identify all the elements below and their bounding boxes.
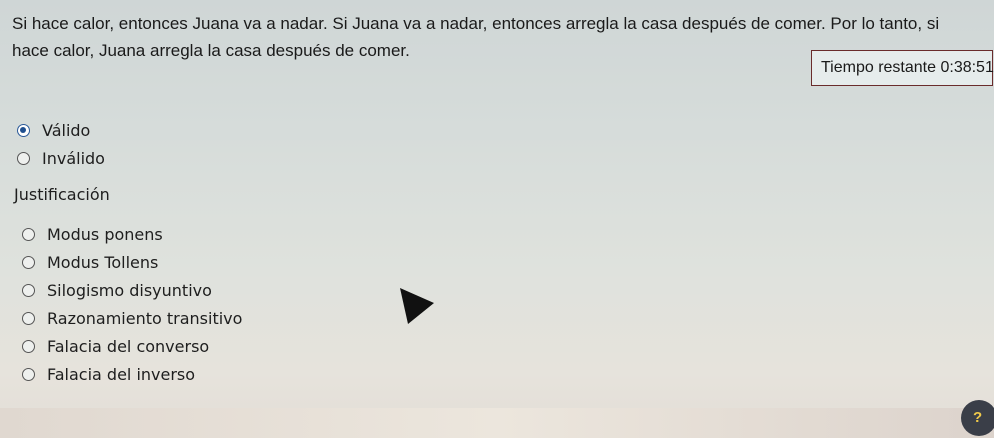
option-label: Válido bbox=[42, 120, 91, 140]
timer-label: Tiempo restante bbox=[821, 59, 937, 76]
radio-button-valido[interactable] bbox=[17, 123, 30, 137]
radio-button-silogismo-disyuntivo[interactable] bbox=[22, 283, 35, 297]
option-modus-tollens[interactable]: Modus Tollens bbox=[22, 251, 158, 273]
option-label: Falacia del inverso bbox=[47, 364, 196, 384]
option-label: Modus Tollens bbox=[47, 252, 159, 272]
option-silogismo-disyuntivo[interactable]: Silogismo disyuntivo bbox=[22, 279, 212, 301]
option-invalido[interactable]: Inválido bbox=[17, 147, 105, 169]
option-label: Inválido bbox=[42, 148, 105, 168]
option-valido[interactable]: Válido bbox=[17, 119, 90, 141]
help-icon: ? bbox=[973, 409, 983, 426]
option-label: Modus ponens bbox=[47, 224, 163, 244]
bottom-band bbox=[0, 408, 994, 438]
help-button[interactable]: ? bbox=[961, 400, 994, 436]
option-label: Razonamiento transitivo bbox=[47, 308, 243, 328]
option-falacia-del-converso[interactable]: Falacia del converso bbox=[22, 335, 209, 357]
option-label: Silogismo disyuntivo bbox=[47, 280, 212, 300]
option-modus-ponens[interactable]: Modus ponens bbox=[22, 223, 163, 245]
radio-button-razonamiento-transitivo[interactable] bbox=[22, 311, 35, 325]
option-falacia-del-inverso[interactable]: Falacia del inverso bbox=[22, 363, 195, 385]
radio-button-modus-tollens[interactable] bbox=[22, 255, 35, 269]
justification-heading: Justificación bbox=[14, 185, 110, 204]
radio-button-falacia-del-converso[interactable] bbox=[22, 339, 35, 353]
radio-button-modus-ponens[interactable] bbox=[22, 227, 35, 241]
timer-box: Tiempo restante 0:38:51 bbox=[811, 50, 994, 86]
radio-button-invalido[interactable] bbox=[17, 151, 30, 165]
mouse-pointer-icon bbox=[398, 286, 438, 330]
timer-value: 0:38:51 bbox=[940, 59, 994, 76]
option-razonamiento-transitivo[interactable]: Razonamiento transitivo bbox=[22, 307, 242, 329]
radio-button-falacia-del-inverso[interactable] bbox=[22, 367, 35, 381]
option-label: Falacia del converso bbox=[47, 336, 210, 356]
